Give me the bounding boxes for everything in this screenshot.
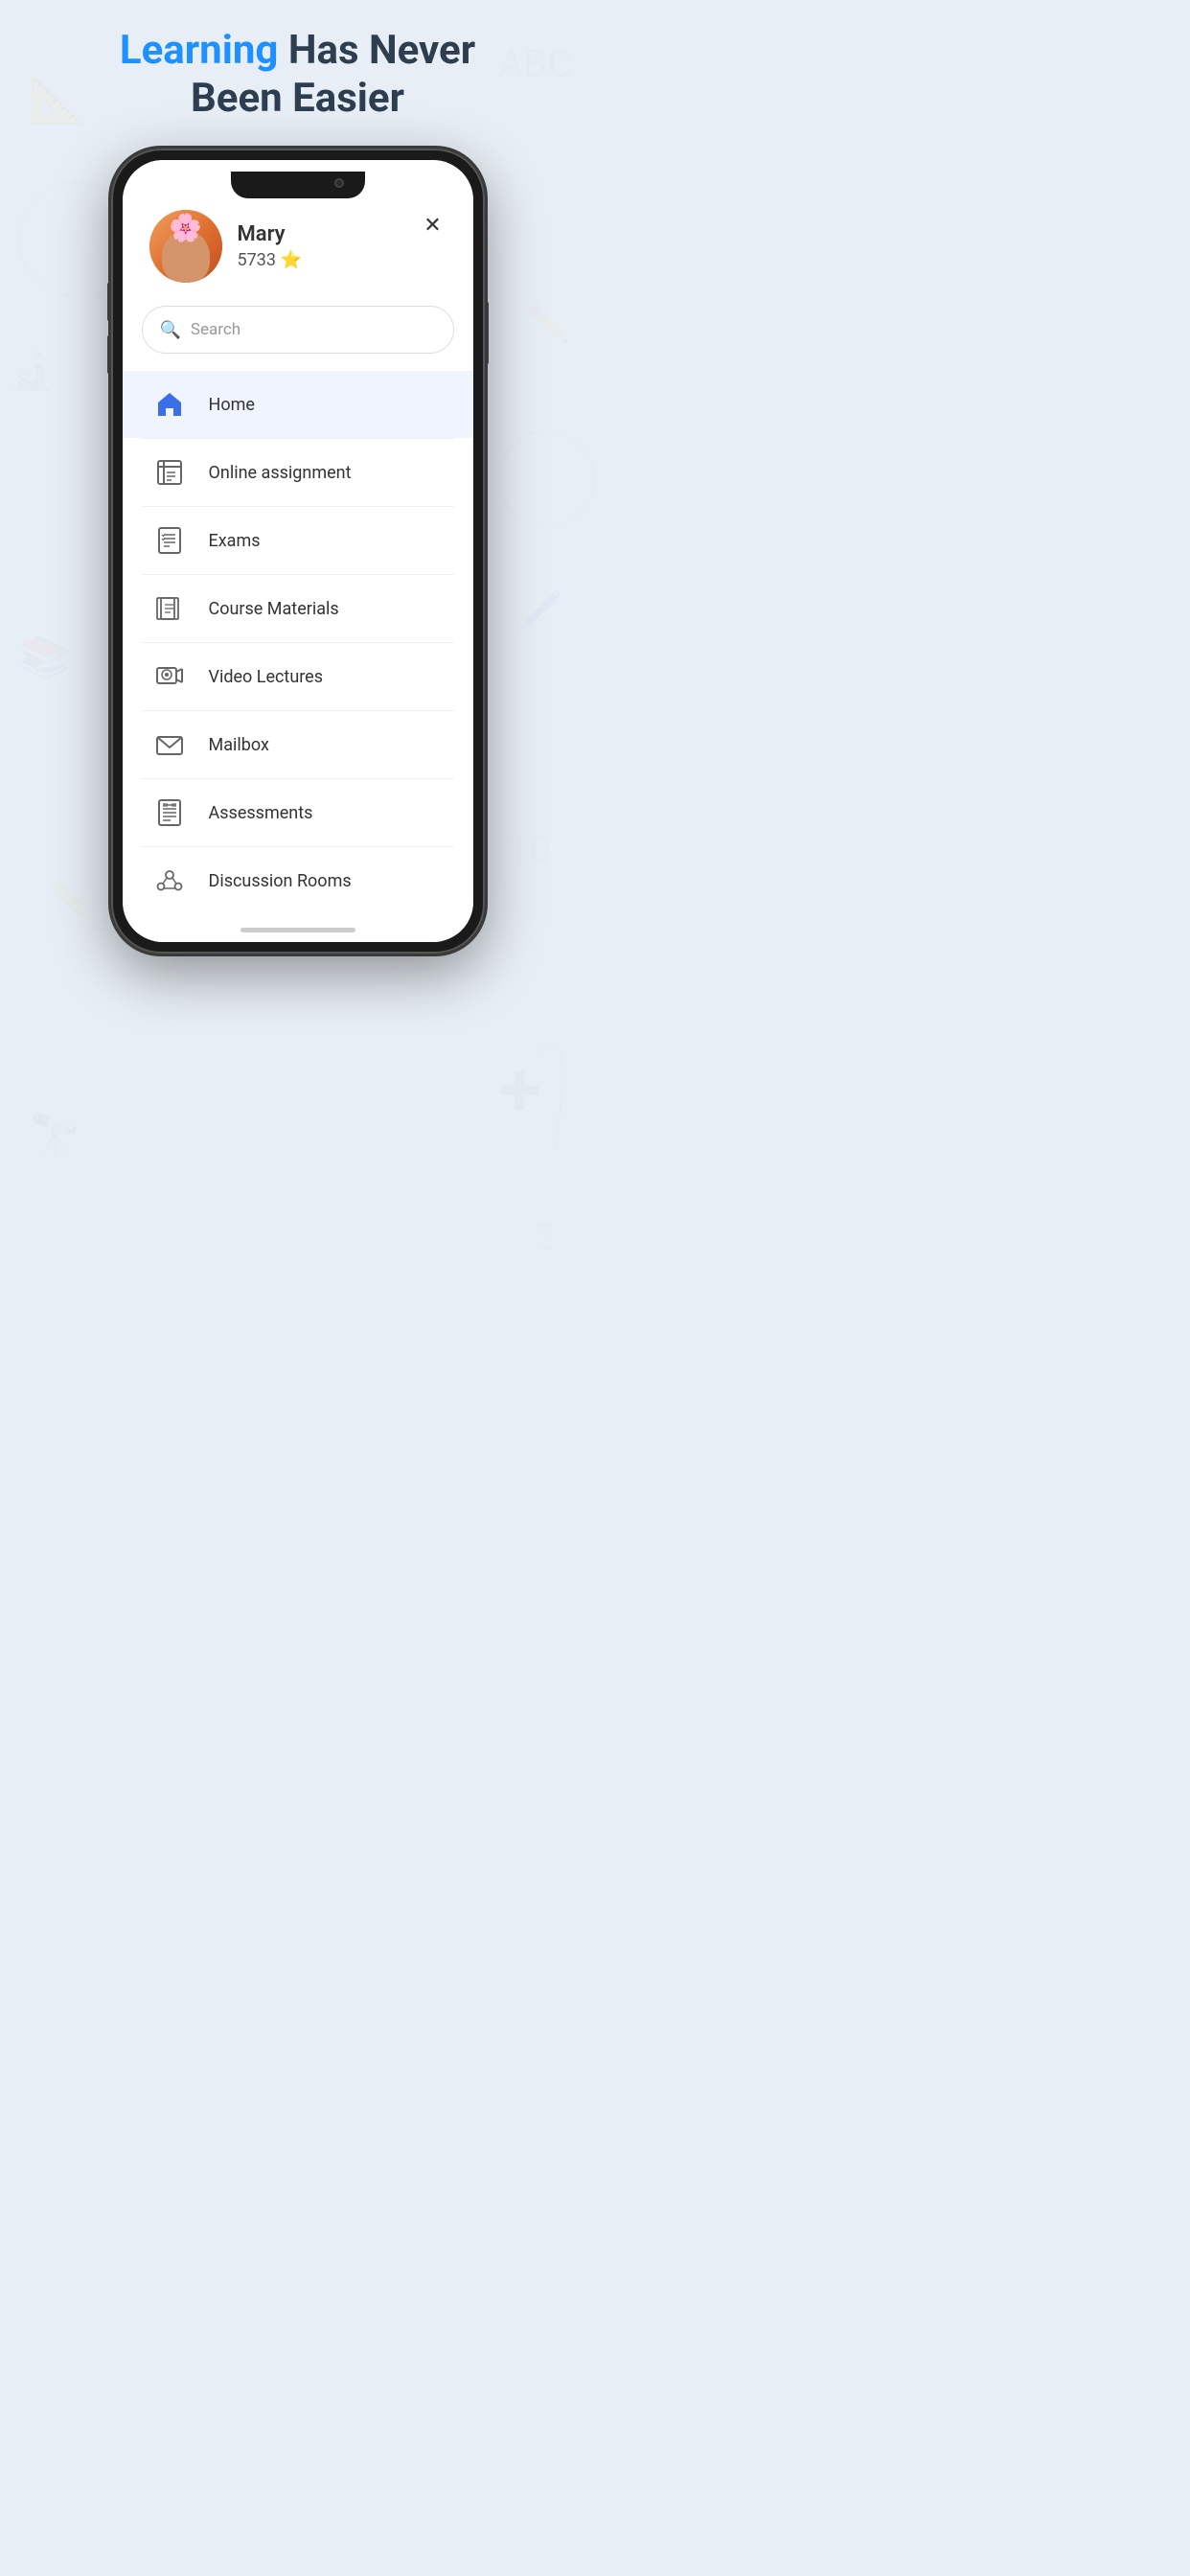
svg-text:10: 10	[508, 827, 551, 872]
power-button	[485, 302, 489, 364]
menu-label-course-materials: Course Materials	[209, 599, 339, 619]
header-line2: Been Easier	[191, 75, 404, 122]
menu-label-mailbox: Mailbox	[209, 735, 269, 755]
user-profile: Mary 5733 ⭐	[149, 210, 302, 283]
avatar-image	[149, 210, 222, 283]
menu-item-assessments[interactable]: Assessments	[123, 779, 473, 846]
menu-item-home[interactable]: Home	[123, 371, 473, 438]
header-section: Learning Has Never Been Easier	[0, 27, 595, 124]
home-icon	[149, 384, 190, 425]
user-info: Mary 5733 ⭐	[238, 222, 302, 270]
menu-label-assessments: Assessments	[209, 803, 313, 823]
search-placeholder: Search	[191, 320, 240, 339]
svg-text:📚: 📚	[19, 634, 69, 681]
screen-content: ✕ Mary 5733 ⭐ 🔍 Search	[123, 160, 473, 942]
menu-label-video-lectures: Video Lectures	[209, 667, 324, 687]
search-icon: 🔍	[160, 320, 181, 340]
header-rest-text: Has Never	[278, 27, 475, 74]
menu-list: Home Online as	[123, 371, 473, 913]
phone-screen: ✕ Mary 5733 ⭐ 🔍 Search	[123, 160, 473, 942]
volume-up-button	[107, 283, 111, 321]
menu-label-exams: Exams	[209, 531, 261, 551]
svg-text:🖊️: 🖊️	[517, 589, 562, 632]
svg-text:🔭: 🔭	[29, 1111, 81, 1161]
menu-label-discussion-rooms: Discussion Rooms	[209, 871, 352, 891]
menu-label-online-assignment: Online assignment	[209, 463, 352, 483]
exams-icon	[149, 520, 190, 561]
home-bar	[240, 928, 355, 932]
phone-mockup: ✕ Mary 5733 ⭐ 🔍 Search	[111, 149, 485, 954]
course-materials-icon	[149, 588, 190, 629]
menu-item-exams[interactable]: Exams	[123, 507, 473, 574]
svg-text:📏: 📏	[48, 879, 91, 919]
close-button[interactable]: ✕	[416, 208, 450, 242]
svg-text:✏️: ✏️	[527, 303, 570, 344]
assessments-icon	[149, 793, 190, 833]
menu-item-mailbox[interactable]: Mailbox	[123, 711, 473, 778]
avatar	[149, 210, 222, 283]
menu-label-home: Home	[209, 395, 255, 415]
camera	[334, 178, 344, 188]
menu-item-video-lectures[interactable]: Video Lectures	[123, 643, 473, 710]
menu-item-discussion-rooms[interactable]: Discussion Rooms	[123, 847, 473, 913]
user-name: Mary	[238, 222, 302, 246]
header-blue-text: Learning	[120, 27, 278, 74]
search-bar[interactable]: 🔍 Search	[142, 306, 454, 354]
discussion-rooms-icon	[149, 861, 190, 901]
svg-text:🔬: 🔬	[10, 349, 55, 393]
menu-item-course-materials[interactable]: Course Materials	[123, 575, 473, 642]
video-lectures-icon	[149, 656, 190, 697]
user-score: 5733 ⭐	[238, 250, 302, 270]
svg-text:➕: ➕	[498, 1070, 541, 1111]
menu-item-online-assignment[interactable]: Online assignment	[123, 439, 473, 506]
online-assignment-icon	[149, 452, 190, 493]
phone-notch	[231, 172, 365, 198]
svg-text:∑: ∑	[537, 1217, 555, 1254]
volume-down-button	[107, 335, 111, 374]
mailbox-icon	[149, 724, 190, 765]
